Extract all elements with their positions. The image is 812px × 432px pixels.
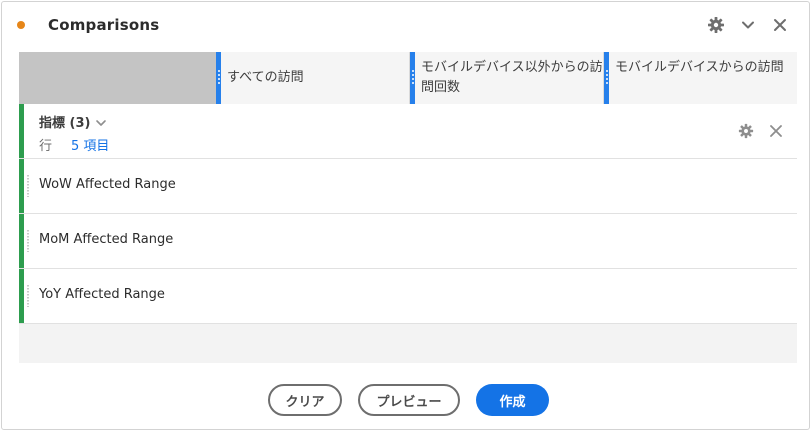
column-header-all-visits[interactable]: すべての訪問 (216, 52, 410, 104)
row-color-bar (19, 159, 24, 213)
gear-icon[interactable] (706, 15, 726, 35)
column-header-row: すべての訪問 モバイルデバイス以外からの訪問回数 モバイルデバイスからの訪問 (19, 52, 797, 104)
row-label: WoW Affected Range (39, 177, 176, 192)
column-label: すべての訪問 (227, 70, 304, 85)
row-color-bar (19, 104, 24, 158)
row-label: YoY Affected Range (39, 287, 165, 302)
chevron-down-icon[interactable] (738, 15, 758, 35)
preview-button[interactable]: プレビュー (358, 384, 460, 416)
rows-count-link[interactable]: 5 項目 (71, 135, 109, 154)
metrics-group-row[interactable]: 指標 (3) 行 5 項目 (19, 104, 797, 159)
gear-icon[interactable] (738, 123, 754, 143)
close-icon[interactable] (769, 123, 783, 142)
corner-cell (19, 52, 216, 104)
drag-handle-icon[interactable] (410, 52, 415, 104)
panel-header: Comparisons (2, 2, 809, 48)
column-label: モバイルデバイスからの訪問 (615, 60, 784, 75)
close-icon[interactable] (770, 15, 790, 35)
comparisons-panel: Comparisons すべての訪問 モバイルデバイス以外からの訪問回数 モバイ… (1, 1, 810, 430)
column-label: モバイルデバイス以外からの訪問回数 (421, 60, 603, 95)
table-row[interactable]: WoW Affected Range (19, 159, 797, 214)
drag-handle-icon[interactable] (216, 52, 221, 104)
status-dot-icon (17, 21, 25, 29)
row-label: MoM Affected Range (39, 232, 174, 247)
panel-title: Comparisons (48, 16, 160, 34)
row-color-bar (19, 269, 24, 323)
metrics-group-title: 指標 (3) (39, 116, 91, 131)
row-color-bar (19, 214, 24, 268)
drag-handle-icon[interactable] (27, 285, 29, 307)
table-row[interactable]: YoY Affected Range (19, 269, 797, 324)
column-header-non-mobile-visits[interactable]: モバイルデバイス以外からの訪問回数 (410, 52, 604, 104)
rows-label: 行 (39, 139, 53, 154)
column-header-mobile-visits[interactable]: モバイルデバイスからの訪問 (604, 52, 797, 104)
chevron-down-icon[interactable] (95, 114, 107, 133)
create-button[interactable]: 作成 (476, 384, 549, 416)
drag-handle-icon[interactable] (604, 52, 609, 104)
clear-button[interactable]: クリア (268, 384, 342, 416)
table-row[interactable]: MoM Affected Range (19, 214, 797, 269)
drag-handle-icon[interactable] (27, 230, 29, 252)
empty-drop-area (19, 324, 797, 363)
drag-handle-icon[interactable] (27, 175, 29, 197)
